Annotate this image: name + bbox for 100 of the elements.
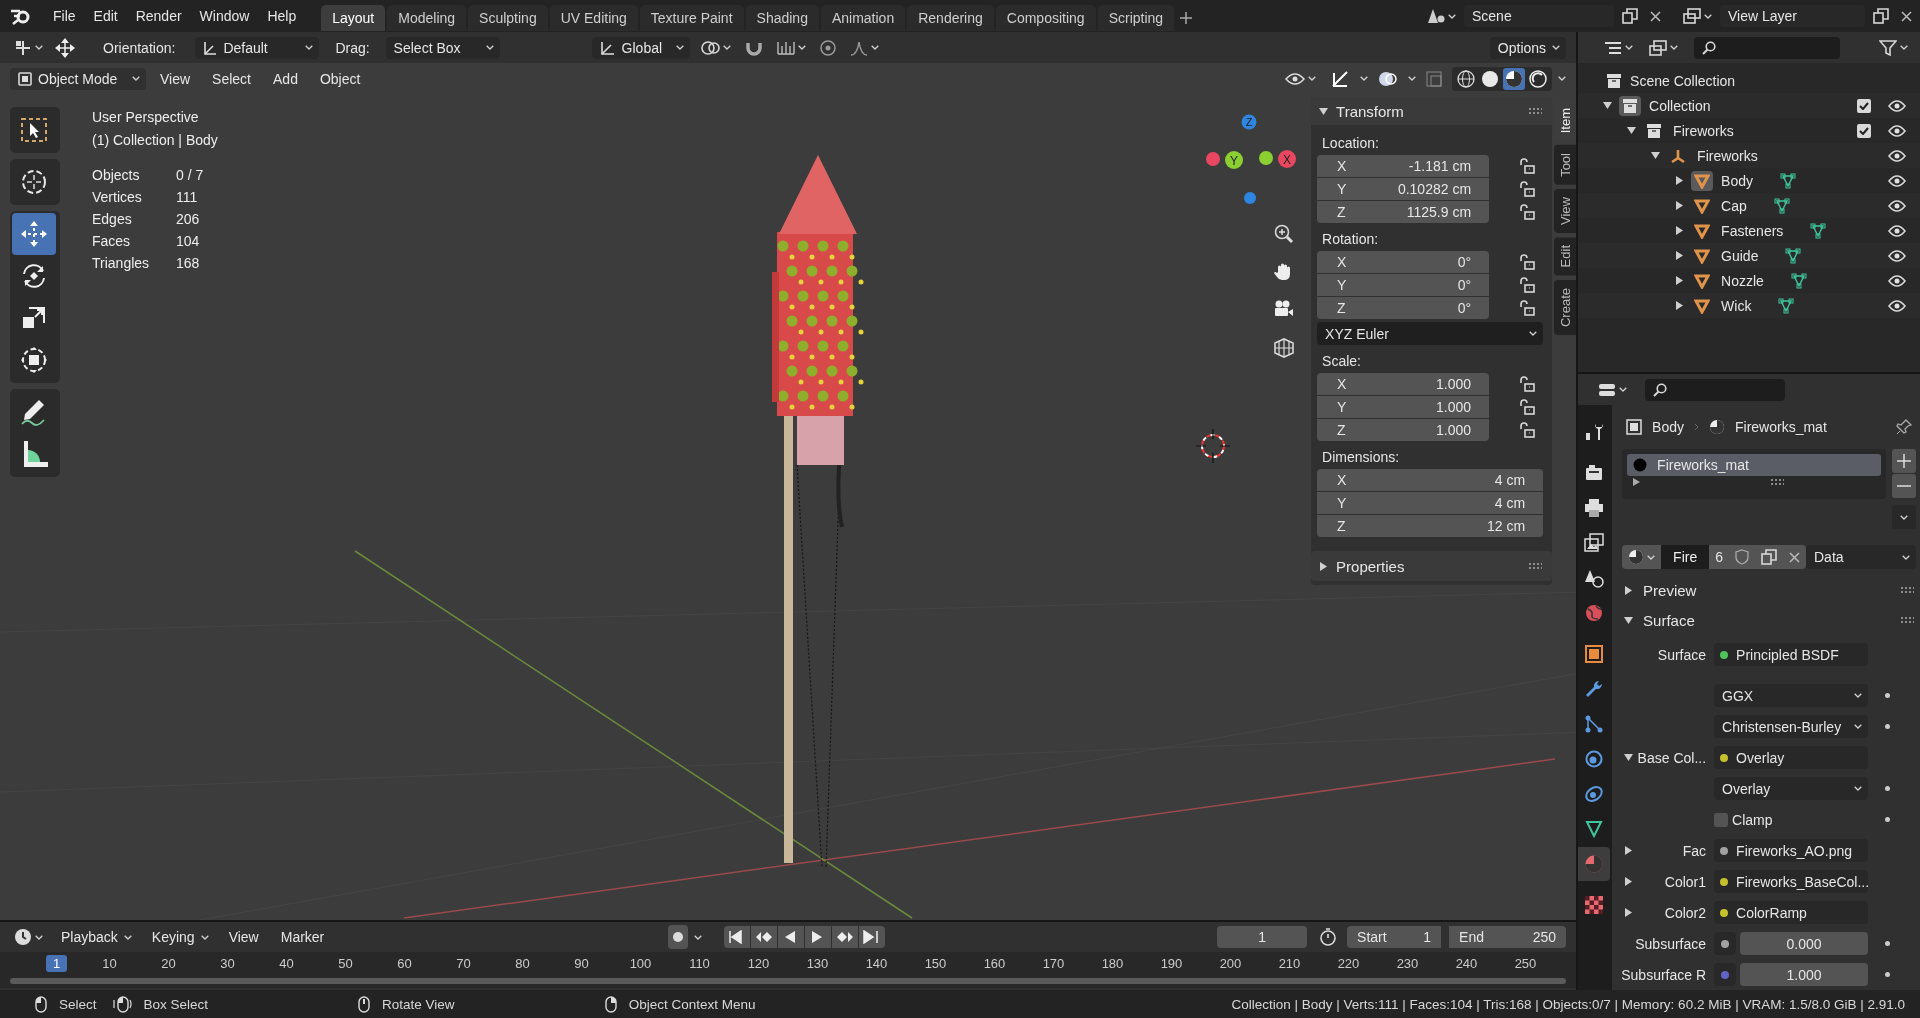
menu-item[interactable]: Object — [311, 67, 369, 90]
transform-orientation-dropdown[interactable]: Global — [591, 36, 690, 59]
outliner-item[interactable]: Scene Collection — [1630, 72, 1736, 89]
frame-number: 240 — [1454, 954, 1479, 972]
menu-item[interactable]: View — [220, 926, 267, 948]
menu-item[interactable]: Select — [204, 67, 259, 90]
number-field[interactable]: Y 0.10282 cm — [1317, 178, 1490, 200]
outliner-item[interactable]: Nozzle — [1721, 272, 1764, 289]
sidebar-tab[interactable]: Tool — [1554, 145, 1577, 186]
view-name: User Perspective — [92, 108, 200, 127]
axis-label: Y — [1337, 495, 1347, 511]
workspace-tab[interactable]: Animation — [820, 5, 906, 31]
drag-dropdown[interactable]: Select Box — [385, 36, 500, 59]
current-frame-field[interactable]: 1 — [1217, 926, 1308, 948]
material-name-field[interactable]: Fire — [1661, 545, 1710, 569]
number-field[interactable]: Y 0° — [1317, 274, 1490, 296]
outliner-item[interactable]: Fireworks — [1697, 147, 1758, 164]
workspace-tab[interactable]: Compositing — [995, 5, 1096, 31]
rotation-mode-dropdown[interactable]: XYZ Euler — [1317, 322, 1544, 345]
field-value: 0° — [1457, 254, 1472, 270]
start-frame-field[interactable]: Start 1 — [1347, 926, 1442, 948]
menu-item[interactable]: Edit — [84, 4, 127, 28]
mode-dropdown[interactable]: Object Mode — [10, 67, 146, 90]
outliner-item[interactable]: Guide — [1721, 247, 1759, 264]
field-value: 1.000 — [1436, 376, 1472, 392]
workspace-tab[interactable]: Shading — [745, 5, 819, 31]
axis-label: X — [1337, 158, 1347, 174]
socket-field[interactable]: Overlay — [1714, 746, 1869, 769]
socket-field[interactable]: Fireworks_BaseCol... — [1714, 870, 1869, 893]
number-field[interactable]: X 1.000 — [1317, 373, 1490, 395]
number-field[interactable]: Z 12 cm — [1317, 515, 1544, 537]
section-label: Rotation: — [1322, 231, 1380, 247]
outliner-item[interactable]: Cap — [1721, 197, 1747, 214]
scene-field[interactable]: Scene — [1464, 5, 1614, 27]
field-value: 0.10282 cm — [1397, 181, 1472, 197]
material-slot[interactable]: Fireworks_mat — [1627, 454, 1881, 476]
menu-item[interactable]: Help — [258, 4, 306, 28]
section-label: Dimensions: — [1322, 449, 1401, 465]
outliner-item[interactable]: Fireworks — [1673, 122, 1734, 139]
menu-item[interactable]: File — [44, 4, 85, 28]
dropdown[interactable]: Christensen-Burley — [1714, 715, 1869, 738]
sidebar-tab[interactable]: View — [1554, 189, 1577, 234]
outliner-item[interactable]: Collection — [1649, 97, 1711, 114]
sidebar-tab[interactable]: Create — [1554, 279, 1577, 335]
workspace-tab[interactable]: Sculpting — [468, 5, 548, 31]
menu-item[interactable]: Render — [126, 4, 191, 28]
orientation-dropdown[interactable]: Default — [195, 36, 320, 59]
dropdown[interactable]: GGX — [1714, 684, 1869, 707]
frame-number: 230 — [1395, 954, 1420, 972]
number-field[interactable]: 1.000 — [1740, 963, 1869, 986]
gizmo-axis-label: Y — [1230, 153, 1239, 168]
user-count[interactable]: 6 — [1709, 545, 1729, 569]
number-field[interactable]: Y 4 cm — [1317, 492, 1544, 514]
outliner-item[interactable]: Wick — [1721, 297, 1752, 314]
workspace-tab[interactable]: Modeling — [387, 5, 467, 31]
number-field[interactable]: X 4 cm — [1317, 469, 1544, 491]
link-dropdown[interactable]: Data — [1806, 545, 1916, 569]
menu-item[interactable]: Marker — [272, 926, 333, 948]
socket-field[interactable]: Principled BSDF — [1714, 643, 1869, 666]
view-layer-field[interactable]: View Layer — [1720, 5, 1865, 27]
panel-title: Transform — [1336, 102, 1404, 120]
breadcrumb-material: Fireworks_mat — [1735, 419, 1827, 435]
frame-number: 130 — [805, 954, 830, 972]
outliner-item[interactable]: Body — [1721, 172, 1753, 189]
number-field[interactable]: Z 1125.9 cm — [1317, 201, 1490, 223]
frame-number: 200 — [1218, 954, 1243, 972]
socket-field[interactable]: Fireworks_AO.png — [1714, 839, 1869, 862]
sidebar-tab[interactable]: Edit — [1554, 237, 1577, 276]
number-field[interactable]: X -1.181 cm — [1317, 155, 1490, 177]
dropdown[interactable]: Overlay — [1714, 777, 1869, 800]
socket-field[interactable]: ColorRamp — [1714, 901, 1869, 924]
workspace-tab[interactable]: UV Editing — [549, 5, 638, 31]
gizmo-axis-label: Z — [1245, 116, 1253, 128]
number-field[interactable]: X 0° — [1317, 251, 1490, 273]
axis-label: Y — [1337, 181, 1347, 197]
menu-item[interactable]: View — [152, 67, 199, 90]
end-frame-field[interactable]: End 250 — [1449, 926, 1567, 948]
options-dropdown[interactable]: Options — [1489, 36, 1567, 59]
menu-item[interactable]: Window — [190, 4, 259, 28]
frame-number: 210 — [1277, 954, 1302, 972]
workspace-tab[interactable]: Rendering — [907, 5, 994, 31]
field-value: 1 — [1423, 929, 1432, 945]
menu-item[interactable]: Add — [265, 67, 306, 90]
context-label: (1) Collection | Body — [92, 131, 218, 150]
workspace-tab[interactable]: Scripting — [1097, 5, 1175, 31]
axis-label: Z — [1337, 300, 1346, 316]
frame-number: 160 — [982, 954, 1007, 972]
number-field[interactable]: 0.000 — [1740, 932, 1869, 955]
field-value: -1.181 cm — [1408, 158, 1472, 174]
field-value: 1.000 — [1436, 399, 1472, 415]
number-field[interactable]: Z 1.000 — [1317, 419, 1490, 441]
workspace-tab[interactable]: Texture Paint — [639, 5, 744, 31]
property-label: Color1 — [1664, 873, 1707, 890]
frame-number: 150 — [923, 954, 948, 972]
field-value: 0° — [1457, 300, 1472, 316]
frame-number: 180 — [1100, 954, 1125, 972]
workspace-tab[interactable]: Layout — [321, 5, 386, 31]
number-field[interactable]: Z 0° — [1317, 297, 1490, 319]
outliner-item[interactable]: Fasteners — [1721, 222, 1784, 239]
number-field[interactable]: Y 1.000 — [1317, 396, 1490, 418]
